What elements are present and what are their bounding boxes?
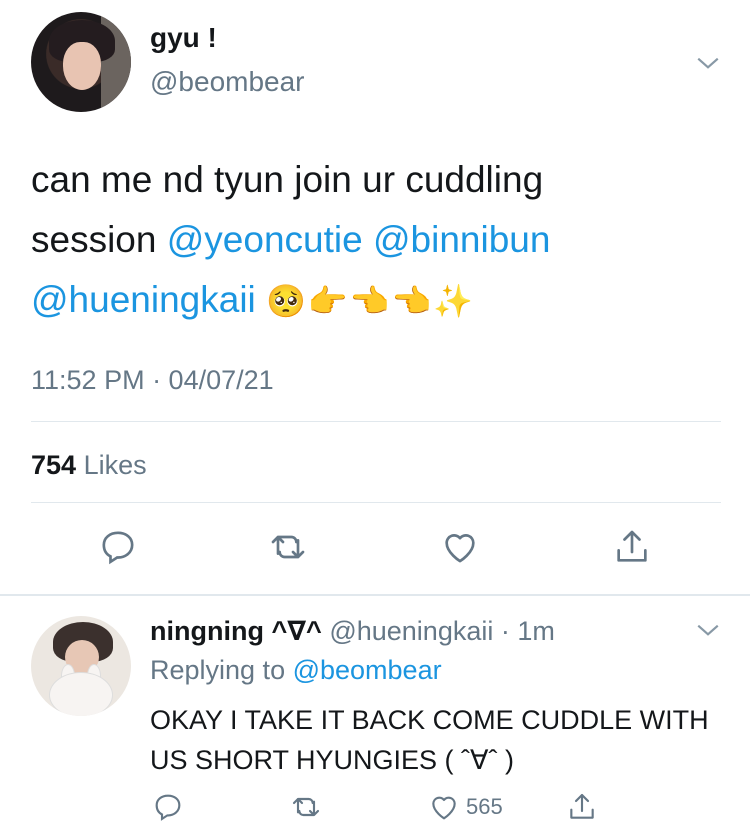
- likes-count: 754: [31, 450, 77, 480]
- chevron-down-icon[interactable]: [695, 617, 721, 643]
- chevron-down-icon[interactable]: [695, 50, 721, 76]
- emoji-sequence: 🥺👉👈👈✨: [266, 283, 476, 319]
- share-icon[interactable]: [566, 790, 598, 824]
- replying-to-label: Replying to: [150, 655, 293, 685]
- author-display-name[interactable]: gyu !: [150, 22, 217, 54]
- author-handle[interactable]: @beombear: [150, 66, 305, 98]
- like-count: 565: [466, 794, 503, 819]
- author-avatar[interactable]: [31, 12, 131, 112]
- tweet-text-line: session: [31, 219, 167, 260]
- reply-author-avatar[interactable]: [31, 616, 131, 716]
- replying-to: Replying to @beombear: [150, 655, 442, 686]
- reply-header: ningning ^∇^ @hueningkaii · 1m: [150, 616, 555, 647]
- tweet-timestamp[interactable]: 11:52 PM · 04/07/21: [31, 365, 274, 396]
- reply-icon[interactable]: [98, 527, 138, 567]
- reply-author-display-name[interactable]: ningning ^∇^: [150, 616, 322, 646]
- divider: [0, 594, 750, 596]
- reply-author-handle-time[interactable]: @hueningkaii · 1m: [329, 616, 555, 646]
- mention-link[interactable]: @binnibun: [373, 219, 550, 260]
- divider: [31, 502, 721, 503]
- divider: [31, 421, 721, 422]
- share-icon[interactable]: [612, 527, 652, 567]
- like-icon: [432, 796, 456, 820]
- likes-label: Likes: [83, 450, 147, 480]
- like-icon[interactable]: [440, 527, 480, 567]
- reply-text: OKAY I TAKE IT BACK COME CUDDLE WITH US …: [150, 705, 709, 775]
- tweet-text-line: can me nd tyun join ur cuddling: [31, 159, 544, 200]
- mention-link[interactable]: @hueningkaii: [31, 279, 256, 320]
- retweet-icon[interactable]: [290, 790, 322, 824]
- replying-to-handle[interactable]: @beombear: [293, 655, 442, 685]
- reply-icon[interactable]: [152, 790, 184, 824]
- tweet-text: can me nd tyun join ur cuddling session …: [31, 150, 721, 331]
- mention-link[interactable]: @yeoncutie: [167, 219, 363, 260]
- like-button[interactable]: 565: [428, 790, 503, 824]
- retweet-icon[interactable]: [268, 527, 308, 567]
- likes-stat[interactable]: 754 Likes: [31, 450, 147, 481]
